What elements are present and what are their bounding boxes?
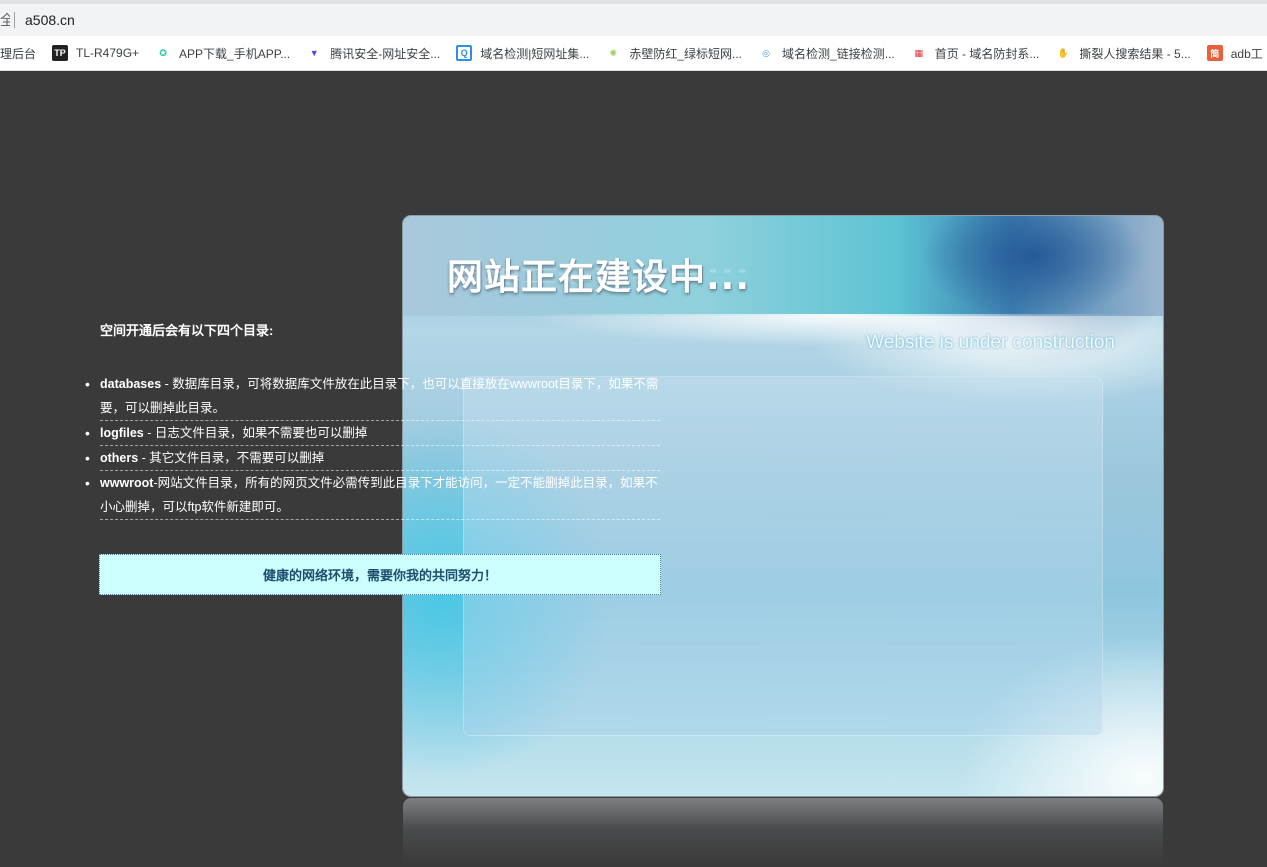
list-item: databases - 数据库目录，可将数据库文件放在此目录下，也可以直接放在w… (85, 372, 660, 421)
address-security-label[interactable]: 全 (0, 10, 10, 30)
page-title-reflection: 网站正在建设中... (447, 265, 751, 284)
bookmark-label: 腾讯安全-网址安全... (330, 46, 441, 61)
intro-text: 空间开通后会有以下四个目录: (100, 323, 274, 338)
bookmark-item[interactable]: ◎ 域名检测_链接检测... (750, 40, 903, 66)
list-item: others - 其它文件目录，不需要可以删掉 (85, 446, 660, 471)
bookmark-item[interactable]: Q 域名检测|短网址集... (448, 40, 597, 66)
spinner-icon: ✺ (609, 47, 618, 58)
jian-icon: 简 (1206, 45, 1223, 61)
list-item: wwwroot-网站文件目录，所有的网页文件必需传到此目录下才能访问，一定不能删… (85, 471, 660, 520)
bookmark-item[interactable]: ▼ 腾讯安全-网址安全... (298, 40, 448, 66)
shield-icon: ▼ (309, 48, 319, 58)
bookmark-label: 理后台 (0, 46, 37, 61)
directory-desc: - 日志文件目录，如果不需要也可以删掉 (143, 426, 368, 440)
bookmark-item[interactable]: ✋ 撕裂人搜索结果 - 5... (1047, 40, 1198, 66)
directory-desc: - 其它文件目录，不需要可以删掉 (138, 451, 325, 465)
bookmark-item[interactable]: ▦ 首页 - 域名防封系... (903, 40, 1048, 66)
directory-name: databases (100, 377, 162, 391)
directory-desc: -网站文件目录，所有的网页文件必需传到此目录下才能访问，一定不能删掉此目录，如果… (100, 476, 658, 514)
bookmark-label: adb工 (1230, 46, 1263, 61)
page-content: 网站正在建设中... 网站正在建设中... Website is under c… (0, 72, 1267, 867)
panel-reflection (403, 798, 1163, 867)
grid-icon: ▦ (914, 47, 923, 58)
bookmark-label: TL-R479G+ (76, 46, 140, 60)
list-item: logfiles - 日志文件目录，如果不需要也可以删掉 (85, 421, 660, 446)
bookmark-item[interactable]: ✪ APP下载_手机APP... (147, 40, 298, 66)
directory-name: others (100, 451, 139, 465)
address-separator (14, 12, 15, 28)
search-icon: ◎ (762, 47, 770, 58)
bookmark-item[interactable]: 理后台 (0, 40, 44, 66)
directory-name: logfiles (100, 426, 144, 440)
bookmark-label: 赤壁防红_绿标短网... (629, 46, 743, 61)
address-bar[interactable]: 全 a508.cn (0, 4, 1267, 36)
bookmarks-bar: 理后台 TP TL-R479G+ ✪ APP下载_手机APP... ▼ 腾讯安全… (0, 36, 1267, 71)
page-subtitle: Website is under construction (866, 332, 1115, 353)
bookmark-item[interactable]: ✺ 赤壁防红_绿标短网... (597, 40, 750, 66)
tp-link-icon: TP (52, 45, 69, 61)
bookmark-label: 撕裂人搜索结果 - 5... (1079, 46, 1191, 61)
hand-icon: ✋ (1057, 47, 1069, 58)
bookmark-label: 域名检测|短网址集... (480, 46, 590, 61)
directory-name: wwwroot (100, 476, 154, 490)
bookmark-item[interactable]: 简 adb工 (1199, 40, 1267, 66)
footer-note: 健康的网络环境，需要你我的共同努力！ (99, 554, 661, 595)
app-download-icon: ✪ (159, 47, 167, 58)
address-url[interactable]: a508.cn (25, 12, 75, 28)
bookmark-label: APP下载_手机APP... (179, 46, 291, 61)
directory-list: databases - 数据库目录，可将数据库文件放在此目录下，也可以直接放在w… (85, 372, 660, 520)
bookmark-label: 域名检测_链接检测... (782, 46, 895, 61)
directory-desc: - 数据库目录，可将数据库文件放在此目录下，也可以直接放在wwwroot目录下，… (100, 377, 659, 415)
q-logo-icon: Q (456, 45, 473, 61)
bookmark-item[interactable]: TP TL-R479G+ (44, 40, 147, 66)
bookmark-label: 首页 - 域名防封系... (934, 46, 1040, 61)
